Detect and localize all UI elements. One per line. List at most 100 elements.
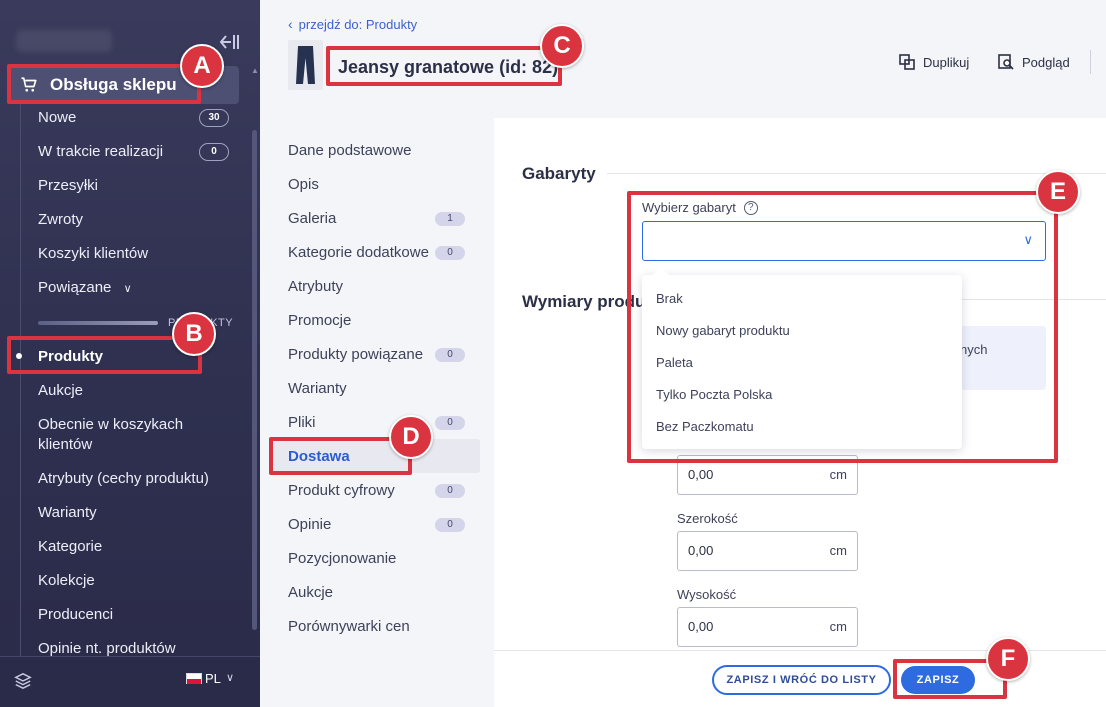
input-value: 0,00 [688, 619, 714, 634]
info-box [960, 326, 1046, 390]
height-label: Wysokość [677, 587, 737, 602]
save-button[interactable]: ZAPISZ [901, 666, 975, 694]
width-input[interactable]: 0,00 cm [677, 531, 858, 571]
sidebar-item-categories[interactable]: Kategorie [38, 538, 102, 555]
section-title-dimensions-class: Gabaryty [522, 164, 596, 183]
sidebar-item-auctions[interactable]: Aukcje [38, 382, 83, 399]
chevron-down-icon: ∨ [1023, 232, 1033, 247]
dropdown-pointer [652, 267, 670, 276]
count-badge: 0 [435, 348, 465, 362]
preview-icon [998, 54, 1014, 70]
annotation-marker-a: A [180, 44, 224, 88]
chevron-left-icon: ‹ [288, 16, 293, 32]
annotation-marker-e: E [1036, 170, 1080, 214]
language-selector[interactable]: PL [205, 671, 221, 686]
duplicate-label: Duplikuj [923, 54, 970, 70]
width-label: Szerokość [677, 511, 738, 526]
active-indicator [16, 353, 22, 359]
input-value: 0,00 [688, 543, 714, 558]
scroll-up-icon[interactable]: ▲ [251, 66, 259, 75]
tab-description[interactable]: Opis [288, 176, 319, 193]
tab-reviews[interactable]: Opinie [288, 516, 331, 533]
sidebar-item-attributes[interactable]: Atrybuty (cechy produktu) [38, 470, 209, 487]
sidebar-item-in-progress[interactable]: W trakcie realizacji [38, 143, 163, 160]
sidebar-item-returns[interactable]: Zwroty [38, 211, 83, 228]
tab-variants[interactable]: Warianty [288, 380, 347, 397]
tab-price-comparison[interactable]: Porównywarki cen [288, 618, 410, 635]
select-label: Wybierz gabaryt ? [642, 200, 758, 215]
tab-files[interactable]: Pliki [288, 414, 316, 431]
sidebar-item-in-carts[interactable]: Obecnie w koszykach [38, 416, 183, 433]
section-divider [962, 299, 1106, 300]
annotation-marker-f: F [986, 637, 1030, 681]
count-badge: 0 [435, 416, 465, 430]
sidebar-footer [0, 656, 260, 707]
tab-extra-categories[interactable]: Kategorie dodatkowe [288, 244, 429, 261]
sidebar-item-carts[interactable]: Koszyki klientów [38, 245, 148, 262]
sidebar-item-new[interactable]: Nowe [38, 109, 76, 126]
sidebar-item-collections[interactable]: Kolekcje [38, 572, 95, 589]
tab-promotions[interactable]: Promocje [288, 312, 351, 329]
unit-label: cm [829, 467, 847, 482]
page-title: Jeansy granatowe (id: 82) [338, 57, 559, 77]
tab-seo[interactable]: Pozycjonowanie [288, 550, 396, 567]
back-to-products-link[interactable]: ‹ przejdź do: Produkty [288, 16, 417, 32]
preview-button[interactable]: Podgląd [998, 54, 1070, 70]
count-badge: 0 [199, 143, 229, 161]
sidebar-item-related[interactable]: Powiązane ∨ [38, 279, 132, 296]
count-badge: 1 [435, 212, 465, 226]
info-text: nych [960, 342, 988, 357]
sidebar-item-product-reviews[interactable]: Opinie nt. produktów [38, 640, 176, 657]
dropdown-option-poczta[interactable]: Tylko Poczta Polska [656, 387, 772, 402]
count-badge: 0 [435, 246, 465, 260]
collapse-sidebar-icon[interactable] [217, 32, 241, 52]
section-title-product-dimensions: Wymiary produ [522, 292, 646, 311]
dropdown-option-new[interactable]: Nowy gabaryt produktu [656, 323, 790, 338]
help-icon[interactable]: ? [743, 200, 758, 215]
height-input[interactable]: 0,00 cm [677, 607, 858, 647]
tree-line [20, 104, 21, 664]
count-badge: 0 [435, 484, 465, 498]
dropdown-option-no-parcel-locker[interactable]: Bez Paczkomatu [656, 419, 754, 434]
annotation-marker-c: C [540, 24, 584, 68]
tab-gallery[interactable]: Galeria [288, 210, 336, 227]
dropdown-option-pallet[interactable]: Paleta [656, 355, 693, 370]
tab-auctions[interactable]: Aukcje [288, 584, 333, 601]
back-link-label: przejdź do: Produkty [298, 16, 418, 32]
save-and-return-button[interactable]: ZAPISZ I WRÓĆ DO LISTY [712, 665, 891, 695]
sidebar: ▲ Obsługa sklepu Nowe 30 W trakcie reali… [0, 0, 260, 707]
sidebar-item-producers[interactable]: Producenci [38, 606, 113, 623]
sidebar-item-variants[interactable]: Warianty [38, 504, 97, 521]
annotation-marker-b: B [172, 312, 216, 356]
sidebar-scrollbar[interactable] [252, 130, 257, 630]
header-divider [1090, 50, 1091, 74]
dimension-class-select[interactable]: ∨ [642, 221, 1046, 261]
tab-digital-product[interactable]: Produkt cyfrowy [288, 482, 395, 499]
length-input[interactable]: 0,00 cm [677, 455, 858, 495]
pl-flag-icon [186, 673, 202, 684]
duplicate-icon [899, 54, 915, 70]
product-thumbnail [288, 40, 323, 90]
sidebar-item-products[interactable]: Produkty [38, 348, 103, 365]
dropdown-option-none[interactable]: Brak [656, 291, 683, 306]
section-divider [38, 321, 158, 325]
annotation-marker-d: D [389, 415, 433, 459]
section-divider [607, 173, 1106, 174]
sidebar-item-shipments[interactable]: Przesyłki [38, 177, 98, 194]
count-badge: 0 [435, 518, 465, 532]
select-label-text: Wybierz gabaryt [642, 200, 736, 215]
sidebar-item-in-carts-line2[interactable]: klientów [38, 436, 92, 453]
chevron-down-icon[interactable]: ∨ [226, 671, 234, 684]
store-logo [16, 30, 112, 52]
tab-attributes[interactable]: Atrybuty [288, 278, 343, 295]
cart-icon [21, 77, 37, 92]
unit-label: cm [829, 619, 847, 634]
layers-icon[interactable] [14, 672, 32, 690]
chevron-down-icon: ∨ [123, 283, 132, 295]
count-badge: 30 [199, 109, 229, 127]
preview-label: Podgląd [1022, 54, 1070, 70]
duplicate-button[interactable]: Duplikuj [899, 54, 969, 70]
tab-related-products[interactable]: Produkty powiązane [288, 346, 423, 363]
tab-delivery[interactable]: Dostawa [288, 448, 350, 465]
tab-basic-data[interactable]: Dane podstawowe [288, 142, 411, 159]
